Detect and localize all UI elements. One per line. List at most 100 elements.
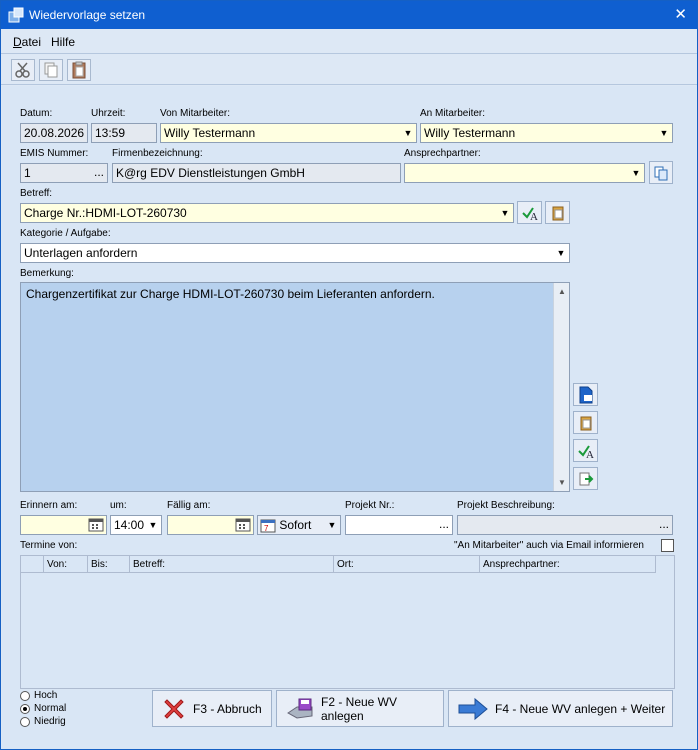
ansprech-combo[interactable]: ▼ [404,163,645,183]
firma-field[interactable]: K@rg EDV Dienstleistungen GmbH [112,163,401,183]
faellig-label: Fällig am: [167,500,211,511]
betreff-combo[interactable]: Charge Nr.:HDMI-LOT-260730 ▼ [20,203,514,223]
menu-bar: Datei Hilfe [1,29,697,53]
calendar-icon[interactable] [235,517,251,532]
insert-arrow-icon [579,472,593,485]
close-icon[interactable]: ✕ [674,5,687,23]
paste-button[interactable] [67,59,91,81]
projekt-beschreibung-field[interactable]: ... [457,515,673,535]
email-info-checkbox[interactable] [661,539,674,552]
erinnern-date-field[interactable] [20,515,107,535]
betreff-textbausteine-button[interactable] [545,201,570,224]
app-icon [8,7,24,23]
priority-hoch-label: Hoch [34,690,58,701]
radio-niedrig[interactable] [20,716,30,727]
memo-textbausteine-button[interactable] [573,411,598,434]
von-mitarbeiter-value: Willy Testermann [164,126,256,140]
ansprech-copy-button[interactable] [649,161,673,184]
faellig-date-field[interactable] [167,515,254,535]
memo-spellcheck-button[interactable]: A [573,439,598,462]
cut-button[interactable] [11,59,35,81]
termine-label: Termine von: [20,540,78,551]
priority-hoch[interactable]: Hoch [20,690,57,701]
chevron-down-icon[interactable]: ▼ [656,124,672,142]
projekt-beschreibung-lookup-button[interactable]: ... [659,517,669,531]
menu-datei[interactable]: Datei [13,35,41,49]
cancel-x-icon [164,698,184,719]
chevron-down-icon[interactable]: ▼ [145,516,161,534]
memo-insert-button[interactable] [573,467,598,490]
sofort-value: Sofort [279,518,312,532]
svg-text:A: A [530,211,538,221]
chevron-down-icon[interactable]: ▼ [324,516,340,534]
scroll-down-icon[interactable]: ▼ [558,478,566,487]
termine-grid[interactable]: Von: Bis: Betreff: Ort: Ansprechpartner: [20,555,675,689]
svg-text:7: 7 [264,524,269,533]
clipboard-icon [552,206,563,220]
toolbar [1,53,697,85]
datum-label: Datum: [20,108,53,119]
priority-niedrig[interactable]: Niedrig [20,716,66,727]
menu-hilfe[interactable]: Hilfe [51,35,75,49]
neue-wv-label: F2 - Neue WV anlegen [320,694,398,723]
um-label: um: [110,500,127,511]
grid-header: Von: Bis: Betreff: Ort: Ansprechpartner: [21,556,656,573]
svg-text:A: A [586,449,594,459]
calendar-icon[interactable] [88,517,104,532]
radio-normal[interactable] [20,703,30,714]
projekt-nr-label: Projekt Nr.: [345,500,395,511]
column-ansprechpartner[interactable]: Ansprechpartner: [483,559,560,570]
betreff-spellcheck-button[interactable]: A [517,201,542,224]
spellcheck-icon: A [521,206,538,221]
copy-icon [44,62,58,78]
an-mitarbeiter-value: Willy Testermann [424,126,516,140]
scroll-up-icon[interactable]: ▲ [558,287,566,296]
column-von[interactable]: Von: [47,559,67,570]
chevron-down-icon[interactable]: ▼ [400,124,416,142]
kategorie-value: Unterlagen anfordern [24,246,138,260]
radio-hoch[interactable] [20,690,30,701]
an-mitarbeiter-label: An Mitarbeiter: [420,108,486,119]
neue-wv-button[interactable]: F2 - Neue WV anlegen [276,690,444,727]
bemerkung-label: Bemerkung: [20,268,74,279]
ansprech-label: Ansprechpartner: [404,148,481,159]
memo-document-button[interactable] [573,383,598,406]
priority-normal[interactable]: Normal [20,703,66,714]
scissors-icon [15,62,30,78]
firma-label: Firmenbezeichnung: [112,148,203,159]
chevron-down-icon[interactable]: ▼ [553,244,569,262]
bemerkung-scrollbar[interactable]: ▲ ▼ [553,283,569,491]
clipboard-icon [72,61,86,79]
title-bar: Wiedervorlage setzen ✕ [1,1,697,29]
neue-wv-weiter-button[interactable]: F4 - Neue WV anlegen + Weiter [448,690,673,727]
an-mitarbeiter-combo[interactable]: Willy Testermann ▼ [420,123,673,143]
um-time-combo[interactable]: 14:00 ▼ [110,515,162,535]
copy-button[interactable] [39,59,63,81]
chevron-down-icon[interactable]: ▼ [628,164,644,182]
betreff-label: Betreff: [20,188,53,199]
projekt-nr-field[interactable]: ... [345,515,453,535]
chevron-down-icon[interactable]: ▼ [497,204,513,222]
column-bis[interactable]: Bis: [91,559,108,570]
email-info-label: "An Mitarbeiter" auch via Email informie… [454,540,644,551]
uhrzeit-field[interactable]: 13:59 [91,123,157,143]
abbruch-button[interactable]: F3 - Abbruch [152,690,272,727]
column-ort[interactable]: Ort: [337,559,354,570]
kategorie-combo[interactable]: Unterlagen anfordern ▼ [20,243,570,263]
abbruch-label: F3 - Abbruch [193,701,262,716]
datum-field[interactable]: 20.08.2026 [20,123,88,143]
bemerkung-textarea[interactable]: Chargenzertifikat zur Charge HDMI-LOT-26… [20,282,570,492]
emis-lookup-button[interactable]: ... [94,165,104,179]
bemerkung-text: Chargenzertifikat zur Charge HDMI-LOT-26… [26,287,435,301]
arrow-right-icon [458,697,488,720]
document-icon [579,386,592,403]
emis-field[interactable]: 1 ... [20,163,108,183]
copy-icon [654,166,668,180]
von-mitarbeiter-combo[interactable]: Willy Testermann ▼ [160,123,417,143]
sofort-combo[interactable]: 7 Sofort ▼ [257,515,341,535]
window-title: Wiedervorlage setzen [29,8,146,22]
von-mitarbeiter-label: Von Mitarbeiter: [160,108,231,119]
projekt-lookup-button[interactable]: ... [439,517,449,531]
emis-value: 1 [24,166,31,180]
column-betreff[interactable]: Betreff: [133,559,165,570]
